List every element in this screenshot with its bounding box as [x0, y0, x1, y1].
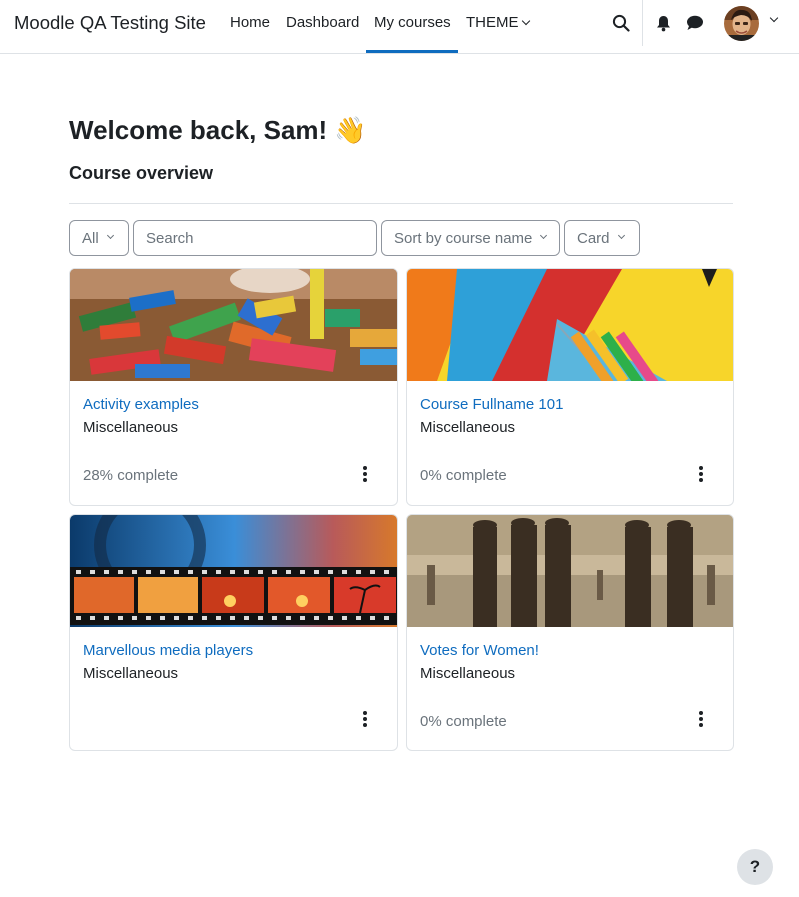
course-card: Marvellous media players Miscellaneous [69, 514, 398, 751]
course-card: Course Fullname 101 Miscellaneous 0% com… [406, 268, 734, 506]
chevron-down-icon [106, 231, 114, 239]
welcome-text: Welcome back, Sam! [69, 115, 328, 145]
kebab-icon-dot [699, 472, 703, 476]
kebab-icon-dot [363, 472, 367, 476]
nav-theme-label: THEME [466, 14, 519, 31]
course-overview-title: Course overview [69, 163, 214, 183]
course-image-suffragettes-photo[interactable] [407, 515, 733, 627]
chat-icon [687, 15, 703, 30]
course-title-link[interactable]: Votes for Women! [420, 642, 539, 659]
grouping-dropdown[interactable]: All [69, 220, 129, 256]
bell-icon [656, 15, 670, 31]
course-category: Miscellaneous [83, 419, 179, 436]
nav-my-courses[interactable]: My courses [374, 14, 451, 31]
course-category: Miscellaneous [420, 665, 516, 682]
kebab-icon-dot [699, 717, 703, 721]
kebab-icon-dot [699, 478, 703, 482]
top-navbar: Moodle QA Testing Site Home Dashboard My… [0, 0, 799, 54]
sort-dropdown[interactable]: Sort by course name [381, 220, 560, 256]
site-name[interactable]: Moodle QA Testing Site [14, 12, 206, 34]
sort-value: Sort by course name [394, 229, 533, 247]
search-button[interactable] [608, 10, 634, 36]
course-title-link[interactable]: Course Fullname 101 [420, 396, 563, 413]
course-image-film-strip[interactable] [70, 515, 397, 627]
divider [69, 203, 733, 204]
active-nav-indicator [366, 50, 458, 53]
course-card: Activity examples Miscellaneous 28% comp… [69, 268, 398, 506]
kebab-icon [363, 466, 367, 470]
course-title-link[interactable]: Marvellous media players [83, 642, 253, 659]
course-actions-menu-button[interactable] [359, 710, 371, 728]
view-value: Card [577, 229, 610, 247]
search-placeholder: Search [146, 229, 194, 247]
course-card: Votes for Women! Miscellaneous 0% comple… [406, 514, 734, 751]
course-actions-menu-button[interactable] [359, 465, 371, 483]
kebab-icon [363, 711, 367, 715]
view-dropdown[interactable]: Card [564, 220, 640, 256]
course-title-link[interactable]: Activity examples [83, 396, 199, 413]
welcome-heading: Welcome back, Sam! 👋 [69, 115, 367, 146]
kebab-icon-dot [363, 478, 367, 482]
chevron-down-icon [521, 16, 530, 26]
messages-button[interactable] [684, 12, 706, 34]
course-category: Miscellaneous [83, 665, 179, 682]
course-progress: 0% complete [420, 713, 507, 730]
kebab-icon [699, 466, 703, 470]
kebab-icon-dot [363, 717, 367, 721]
nav-divider [642, 0, 643, 46]
help-button[interactable]: ? [737, 849, 773, 885]
user-menu-chevron-icon[interactable] [769, 13, 779, 23]
notifications-button[interactable] [652, 12, 674, 34]
nav-dashboard[interactable]: Dashboard [286, 14, 359, 31]
course-progress: 0% complete [420, 467, 507, 484]
course-actions-menu-button[interactable] [695, 465, 707, 483]
kebab-icon [699, 711, 703, 715]
course-image-stationery[interactable] [407, 269, 733, 381]
chevron-down-icon [540, 231, 548, 239]
search-icon [612, 14, 630, 32]
course-category: Miscellaneous [420, 419, 516, 436]
course-search-input[interactable]: Search [133, 220, 377, 256]
nav-home[interactable]: Home [230, 14, 270, 31]
course-image-wooden-blocks[interactable] [70, 269, 397, 381]
grouping-value: All [82, 229, 99, 247]
user-avatar[interactable] [724, 6, 759, 41]
kebab-icon-dot [363, 723, 367, 727]
chevron-down-icon [617, 231, 625, 239]
wave-emoji-icon: 👋 [334, 115, 367, 145]
course-progress: 28% complete [83, 467, 179, 484]
nav-theme[interactable]: THEME [466, 14, 530, 31]
course-actions-menu-button[interactable] [695, 710, 707, 728]
kebab-icon-dot [699, 723, 703, 727]
